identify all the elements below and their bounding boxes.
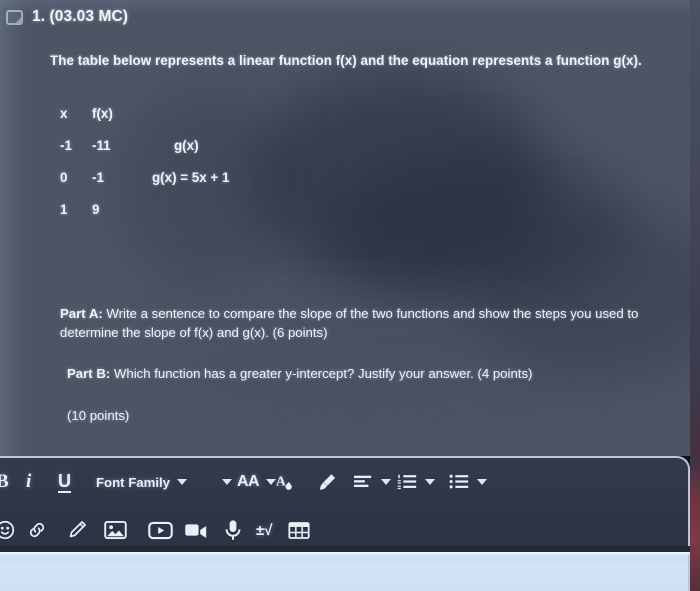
table-cell-x: 0 <box>60 170 68 185</box>
table-row: 1 9 <box>60 202 229 234</box>
icon-table <box>288 521 310 540</box>
part-a-label: Part A: <box>60 306 103 321</box>
table-row: -1 -11 g(x) <box>60 138 229 170</box>
photographed-screen: 1. (03.03 MC) The table below represents… <box>0 0 700 591</box>
font-family-label: Font Family <box>96 474 170 490</box>
g-function-label: g(x) <box>174 138 199 153</box>
table-cell-x: -1 <box>60 138 72 153</box>
bold-glyph: B <box>0 471 9 493</box>
table-cell-fx: -11 <box>92 138 111 153</box>
part-b-label: Part B: <box>67 366 111 382</box>
question-document-area: 1. (03.03 MC) The table below represents… <box>0 0 700 456</box>
underline-button[interactable]: U <box>58 460 71 504</box>
chevron-down-icon[interactable] <box>477 479 487 485</box>
question-parts: Part A: Write a sentence to compare the … <box>60 305 696 423</box>
font-size-label: AA <box>237 473 260 490</box>
total-points: (10 points) <box>67 408 130 424</box>
icon-textcolor: A <box>274 471 296 493</box>
icon-camcorder <box>184 521 208 539</box>
italic-glyph: i <box>26 471 32 492</box>
screen-bezel-right <box>690 0 700 456</box>
table-row: 0 -1 g(x) = 5x + 1 <box>60 170 229 202</box>
function-table: x f(x) -1 -11 g(x) 0 -1 g(x) = 5x + 1 1 … <box>60 106 229 234</box>
icon-link <box>26 519 48 541</box>
icon-bullist <box>448 472 470 492</box>
editor-text-area[interactable] <box>0 552 690 591</box>
table-cell-fx: 9 <box>92 202 100 217</box>
icon-align <box>352 473 374 491</box>
table-header-row: x f(x) <box>60 106 229 138</box>
chevron-down-icon <box>222 479 232 485</box>
italic-button[interactable]: i <box>26 460 31 504</box>
underline-glyph: U <box>58 470 71 493</box>
chevron-down-icon[interactable] <box>381 479 391 485</box>
icon-pencil <box>66 519 88 541</box>
toolbar-row-formatting: BiUFont FamilyAAA <box>0 458 688 506</box>
g-function-equation: g(x) = 5x + 1 <box>152 170 230 185</box>
part-b: Part B: Which function has a greater y-i… <box>60 365 696 384</box>
math-symbol-glyph: ±√ <box>256 521 273 539</box>
icon-microphone <box>224 519 242 541</box>
svg-text:A: A <box>276 474 286 489</box>
part-b-text: Which function has a greater y-intercept… <box>113 366 533 382</box>
icon-numlist <box>396 472 418 492</box>
flag-icon[interactable] <box>6 9 23 25</box>
numbered-list-dropdown[interactable] <box>396 460 435 504</box>
align-dropdown[interactable] <box>352 460 391 504</box>
bulleted-list-dropdown[interactable] <box>448 460 487 504</box>
table-cell-fx: -1 <box>92 170 104 185</box>
question-content: 1. (03.03 MC) The table below represents… <box>0 0 700 456</box>
font-family-dropdown[interactable]: Font Family <box>96 460 187 504</box>
font-size-dropdown[interactable]: AA <box>222 460 277 504</box>
icon-image <box>104 520 127 540</box>
question-number: 1. (03.03 MC) <box>32 8 129 25</box>
table-header-x: x <box>60 106 68 121</box>
bold-button[interactable]: B <box>0 460 9 504</box>
icon-highlight <box>316 471 338 493</box>
part-a: Part A: Write a sentence to compare the … <box>60 305 696 342</box>
screen-bezel-reflection <box>690 456 700 591</box>
question-prompt: The table below represents a linear func… <box>50 53 642 68</box>
chevron-down-icon[interactable] <box>177 479 187 485</box>
table-header-fx: f(x) <box>92 106 113 121</box>
text-color-button[interactable]: A <box>274 460 296 504</box>
chevron-down-icon[interactable] <box>425 479 435 485</box>
table-cell-x: 1 <box>60 202 68 217</box>
icon-video <box>148 521 173 540</box>
question-header: 1. (03.03 MC) <box>6 8 128 26</box>
highlighter-button[interactable] <box>316 460 338 504</box>
icon-emoji <box>0 519 16 541</box>
editor-toolbar: BiUFont FamilyAAA ±√ <box>0 456 690 552</box>
part-a-text: Write a sentence to compare the slope of… <box>60 306 639 340</box>
